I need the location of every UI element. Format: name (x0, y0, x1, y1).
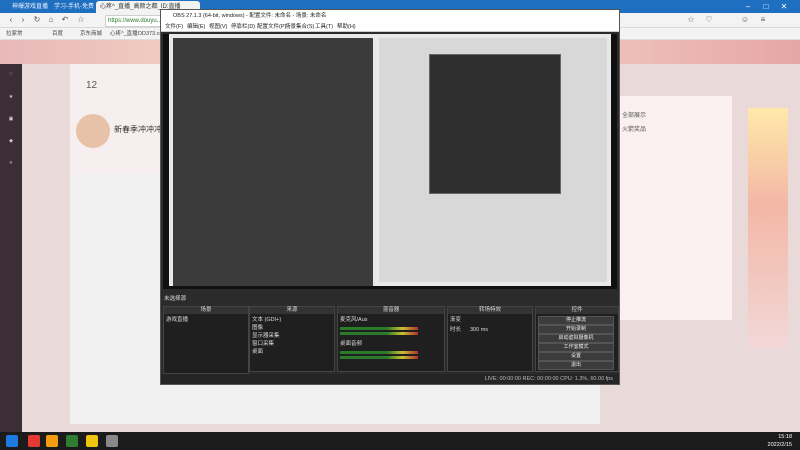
bookmark-item[interactable]: 拉家常 (6, 29, 23, 39)
menu-file[interactable]: 文件(F) (165, 23, 183, 31)
source-item[interactable]: 显示器采集 (252, 333, 280, 340)
obs-window: OBS 27.1.3 (64-bit, windows) - 配置文件: 未命名… (160, 9, 620, 385)
home-icon[interactable]: ⌂ (46, 15, 56, 25)
bookmark-item[interactable]: 百度 (52, 29, 63, 39)
rail-more-icon[interactable]: ≡ (2, 160, 20, 178)
maximize-icon[interactable]: □ (758, 0, 774, 13)
obs-preview[interactable] (163, 34, 617, 289)
dock-transitions: 转场特效 渐变 时长 300 ms (447, 306, 533, 372)
bookmark-item[interactable]: 京东商城 (80, 29, 102, 39)
system-clock[interactable]: 15:18 2022/2/15 (768, 433, 792, 449)
source-item[interactable]: 文本 (GDI+) (252, 317, 281, 324)
app-icon[interactable] (46, 435, 58, 447)
dock-scenes: 场景 游戏直播 (163, 306, 249, 374)
dock-transitions-title: 转场特效 (448, 307, 532, 314)
preview-canvas (169, 34, 611, 286)
clock-date: 2022/2/15 (767, 442, 792, 448)
rail-follow-icon[interactable]: ★ (2, 94, 20, 112)
streamer-info: 12 新春季冲冲冲 (70, 64, 165, 174)
menu-profile[interactable]: 配置文件(P) (257, 23, 286, 31)
obs-icon[interactable] (106, 435, 118, 447)
heart-icon[interactable]: ♡ (704, 15, 714, 25)
left-rail: ♡ ★ ▣ ◆ ≡ (0, 64, 22, 432)
dock-mixer: 混音器 麦克风/Aux 桌面音频 (337, 306, 445, 372)
transition-duration-label: 时长 (450, 327, 462, 333)
windows-start-icon[interactable] (6, 435, 18, 447)
app-icon[interactable] (28, 435, 40, 447)
transition-type[interactable]: 渐变 (450, 317, 461, 324)
mixer-track-label: 桌面音频 (340, 341, 363, 347)
right-panel: 全部展示 火箭奖品 (612, 96, 732, 320)
preview-nested-obs (429, 54, 561, 194)
settings-button[interactable]: 设置 (538, 352, 614, 361)
app-icon[interactable] (66, 435, 78, 447)
mixer-track-label: 麦克风/Aux (340, 317, 368, 323)
obs-menubar: 文件(F) 编辑(E) 视图(V) 停靠栏(D) 配置文件(P) 场景集合(S)… (161, 22, 619, 32)
dock-controls: 控件 停止推流 开始录制 启动虚拟摄像机 工作室模式 设置 退出 (535, 306, 619, 372)
menu-scenes[interactable]: 场景集合(S) (285, 23, 314, 31)
app-icon[interactable] (86, 435, 98, 447)
transition-duration-input[interactable]: 300 ms (470, 327, 488, 334)
taskbar: 15:18 2022/2/15 (0, 432, 800, 450)
minimize-icon[interactable]: – (740, 0, 756, 13)
close-icon[interactable]: ✕ (776, 0, 792, 13)
scene-item[interactable]: 游戏直播 (166, 317, 188, 324)
source-item[interactable]: 图像 (252, 325, 263, 332)
menu-dock[interactable]: 停靠栏(D) (231, 23, 255, 31)
avatar[interactable] (76, 114, 110, 148)
menu-edit[interactable]: 编辑(E) (187, 23, 205, 31)
audio-meter (340, 327, 418, 330)
back-icon[interactable]: ‹ (6, 15, 16, 25)
virtual-camera-button[interactable]: 启动虚拟摄像机 (538, 334, 614, 343)
stop-stream-button[interactable]: 停止推流 (538, 316, 614, 325)
dock-controls-title: 控件 (536, 307, 618, 314)
rail-home-icon[interactable]: ♡ (2, 72, 20, 90)
exit-button[interactable]: 退出 (538, 361, 614, 370)
menu-icon[interactable]: ≡ (758, 15, 768, 25)
obs-status-bar: LIVE: 00:00:00 REC: 00:00:00 CPU: 1.3%, … (161, 374, 619, 384)
menu-tools[interactable]: 工具(T) (315, 23, 333, 31)
panel-link-2[interactable]: 火箭奖品 (622, 124, 646, 133)
obs-title-text: OBS 27.1.3 (64-bit, windows) - 配置文件: 未命名… (173, 13, 327, 19)
dock-sources: 来源 文本 (GDI+) 图像 显示器采集 窗口采集 桌面 (249, 306, 335, 372)
audio-meter (340, 332, 418, 335)
rail-game-icon[interactable]: ◆ (2, 138, 20, 156)
bookmark-item[interactable]: 心疼^_直播 (110, 29, 138, 39)
bookmark-icon[interactable]: ☆ (686, 15, 696, 25)
menu-view[interactable]: 视图(V) (209, 23, 227, 31)
forward-icon[interactable]: › (18, 15, 28, 25)
ad-banner[interactable] (748, 108, 788, 348)
reload-icon[interactable]: ↻ (32, 15, 42, 25)
obs-title-bar: OBS 27.1.3 (64-bit, windows) - 配置文件: 未命名… (161, 10, 619, 22)
audio-meter (340, 351, 418, 354)
preview-nested-left (173, 38, 373, 286)
stats-number: 12 (86, 80, 98, 91)
source-status: 未选择源 (164, 296, 187, 302)
dock-sources-title: 来源 (250, 307, 334, 314)
dock-scenes-title: 场景 (164, 307, 248, 314)
source-item[interactable]: 窗口采集 (252, 341, 274, 348)
start-recording-button[interactable]: 开始录制 (538, 325, 614, 334)
studio-mode-button[interactable]: 工作室模式 (538, 343, 614, 352)
obs-stats: LIVE: 00:00:00 REC: 00:00:00 CPU: 1.3%, … (484, 376, 613, 382)
tab-2[interactable]: 学习-手机-免费 (50, 1, 102, 13)
star-icon[interactable]: ☆ (76, 15, 86, 25)
rail-video-icon[interactable]: ▣ (2, 116, 20, 134)
menu-help[interactable]: 帮助(H) (337, 23, 356, 31)
room-title: 新春季冲冲冲 (114, 125, 162, 134)
source-item[interactable]: 桌面 (252, 349, 263, 356)
clock-time: 15:18 (778, 434, 792, 440)
dock-mixer-title: 混音器 (338, 307, 444, 314)
audio-meter (340, 356, 418, 359)
undo-icon[interactable]: ↶ (60, 15, 70, 25)
user-icon[interactable]: ☺ (740, 15, 750, 25)
panel-link-1[interactable]: 全部展示 (622, 110, 646, 119)
